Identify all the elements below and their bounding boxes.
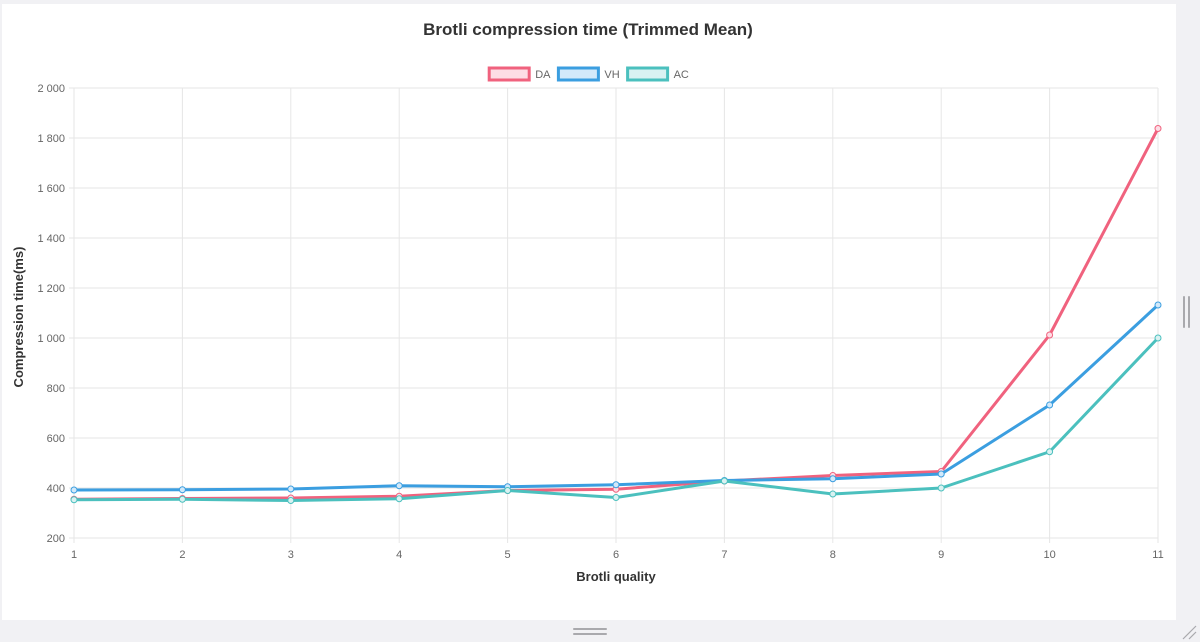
y-tick-label: 1 000 [37,333,65,345]
data-point-ac[interactable] [1154,334,1162,342]
data-point-vh[interactable] [70,486,78,494]
legend-item-ac[interactable]: AC [626,66,689,82]
x-tick-label: 5 [505,549,511,561]
legend-label: DA [535,69,551,81]
data-point-vh[interactable] [937,470,945,478]
y-tick-label: 2 000 [37,83,65,95]
data-point-ac[interactable] [178,495,186,503]
resize-handle-right[interactable] [1183,296,1191,328]
chart-card: 200 400 600 800 1 000 1 200 1 400 1 600 1 800 2 0… [2,4,1176,620]
x-tick-label: 9 [938,549,944,561]
data-point-ac[interactable] [720,477,728,485]
y-tick-label: 600 [47,433,65,445]
data-point-vh[interactable] [1046,401,1054,409]
data-point-ac[interactable] [395,495,403,503]
data-point-ac[interactable] [612,494,620,501]
x-tick-label: 10 [1043,549,1055,561]
data-point-ac[interactable] [829,490,837,498]
resize-handle-bottom[interactable] [573,628,607,638]
x-tick-label: 6 [613,549,619,561]
x-tick-label: 1 [71,549,77,561]
legend-item-da[interactable]: DA [487,66,551,82]
resize-corner-icon[interactable] [1181,624,1197,640]
data-point-ac[interactable] [504,487,512,494]
data-point-da[interactable] [1046,331,1054,339]
data-point-vh[interactable] [1154,301,1162,309]
y-tick-label: 1 400 [37,233,65,245]
x-tick-label: 2 [179,549,185,561]
data-point-vh[interactable] [178,486,186,494]
data-point-vh[interactable] [829,475,837,483]
y-tick-label: 1 800 [37,133,65,145]
data-point-vh[interactable] [395,482,403,490]
x-tick-label: 7 [721,549,727,561]
legend-swatch [487,66,531,82]
y-tick-label: 400 [47,483,65,495]
data-point-ac[interactable] [1046,448,1054,456]
y-tick-label: 1 600 [37,183,65,195]
y-axis-label: Compression time(ms) [11,247,26,388]
data-point-da[interactable] [1154,125,1162,132]
grid [69,87,1159,543]
data-point-ac[interactable] [937,484,945,492]
legend[interactable]: DA VH AC [487,66,689,82]
x-tick-label: 3 [288,549,294,561]
y-tick-label: 800 [47,383,65,395]
x-tick-label: 11 [1152,549,1163,561]
legend-label: VH [604,69,619,81]
data-point-ac[interactable] [70,496,78,504]
x-tick-label: 4 [396,549,402,561]
legend-label: AC [674,69,689,81]
chart-title: Brotli compression time (Trimmed Mean) [423,20,753,39]
y-tick-label: 200 [47,533,65,545]
line-chart: 200 400 600 800 1 000 1 200 1 400 1 600 1 800 2 0… [11,20,1164,584]
x-tick-label: 8 [830,549,836,561]
x-axis-label: Brotli quality [576,569,656,584]
legend-swatch [626,66,670,82]
legend-item-vh[interactable]: VH [556,66,620,82]
data-point-vh[interactable] [287,485,295,493]
data-point-ac[interactable] [287,497,295,504]
y-tick-label: 1 200 [37,283,65,295]
data-point-vh[interactable] [612,481,620,489]
legend-swatch [556,66,600,82]
